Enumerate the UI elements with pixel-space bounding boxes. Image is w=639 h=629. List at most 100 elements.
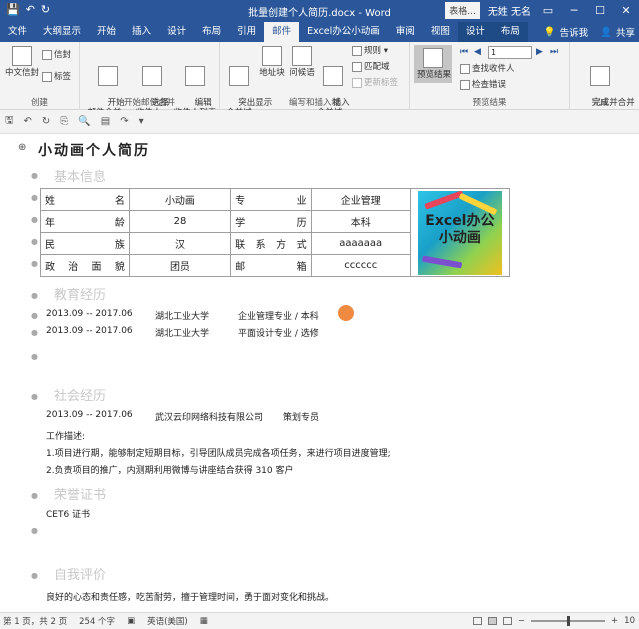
table-cell[interactable]: 年龄 bbox=[40, 210, 130, 233]
tab-insert[interactable]: 插入 bbox=[124, 22, 159, 42]
labels-button[interactable]: 标签 bbox=[42, 72, 71, 82]
save-icon[interactable]: 🖫 bbox=[5, 113, 14, 130]
table-cell[interactable]: 小动画 bbox=[128, 188, 232, 211]
tab-table-design[interactable]: 设计 bbox=[457, 22, 493, 42]
first-record-icon[interactable]: ⏮ bbox=[460, 47, 468, 57]
table-cell[interactable]: 专业 bbox=[230, 188, 312, 211]
format-painter-icon[interactable]: ⎘ bbox=[60, 116, 68, 127]
tab-outline[interactable]: 大纲显示 bbox=[35, 22, 89, 42]
check-errors-button[interactable]: 检查错误 bbox=[460, 80, 506, 90]
table-cell[interactable]: cccccc bbox=[310, 254, 411, 277]
proofing-icon[interactable]: ▣ bbox=[127, 616, 135, 626]
table-cell[interactable]: 本科 bbox=[310, 210, 411, 233]
next-record-icon[interactable]: ▶ bbox=[536, 47, 543, 57]
rules-button[interactable]: 规则 ▾ bbox=[352, 46, 388, 56]
undo-icon[interactable]: ↶ bbox=[24, 116, 32, 127]
language[interactable]: 英语(美国) bbox=[147, 615, 188, 627]
paragraph-mark: ● bbox=[31, 215, 38, 224]
tab-mailings[interactable]: 邮件 bbox=[264, 22, 300, 42]
close-button[interactable]: ✕ bbox=[617, 4, 635, 17]
page-count[interactable]: 第 1 页，共 2 页 bbox=[3, 615, 67, 627]
tab-layout[interactable]: 布局 bbox=[194, 22, 229, 42]
section-honors: 荣誉证书 bbox=[54, 488, 107, 503]
page-icon[interactable]: ▤ bbox=[101, 116, 110, 127]
education-period: 2013.09 -- 2017.06 bbox=[46, 309, 133, 319]
match-fields-button[interactable]: 匹配域 bbox=[352, 62, 390, 72]
customize-icon[interactable]: ▾ bbox=[139, 116, 144, 127]
tab-design[interactable]: 设计 bbox=[159, 22, 194, 42]
table-cell[interactable]: 姓名 bbox=[40, 188, 130, 211]
table-cell[interactable]: 团员 bbox=[128, 254, 232, 277]
insert-field-icon bbox=[323, 66, 343, 86]
redo-icon[interactable]: ↷ bbox=[120, 116, 128, 127]
envelope-icon bbox=[12, 46, 32, 66]
label-icon bbox=[42, 72, 52, 82]
title-bar: 💾 ↶ ↻ 批量创建个人简历.docx - Word 表格... 无姓 无名 ▭… bbox=[0, 0, 639, 22]
table-cell[interactable]: 28 bbox=[128, 210, 232, 233]
maximize-button[interactable]: ☐ bbox=[591, 4, 609, 17]
address-block-button[interactable]: 地址块 bbox=[258, 46, 286, 78]
preview-results-button[interactable]: 预览结果 bbox=[414, 45, 452, 83]
table-cell[interactable]: 企业管理 bbox=[310, 188, 411, 211]
share-button[interactable]: 共享 bbox=[616, 25, 635, 39]
tell-me-box[interactable]: 告诉我 bbox=[560, 25, 589, 39]
update-labels-button[interactable]: 更新标签 bbox=[352, 78, 398, 88]
tab-review[interactable]: 审阅 bbox=[388, 22, 423, 42]
tab-excel-animation[interactable]: Excel办公小动画 bbox=[299, 22, 388, 42]
finish-merge-icon bbox=[590, 66, 610, 86]
check-icon bbox=[460, 80, 470, 90]
read-mode-icon[interactable] bbox=[472, 617, 482, 625]
table-cell[interactable]: 学历 bbox=[230, 210, 312, 233]
photo-cell[interactable]: Excel办公 小动画 bbox=[409, 188, 511, 277]
envelope-small-icon bbox=[42, 50, 52, 60]
tab-table-layout[interactable]: 布局 bbox=[492, 22, 528, 42]
zoom-slider-thumb[interactable] bbox=[567, 616, 571, 626]
word-count[interactable]: 254 个字 bbox=[79, 615, 115, 627]
tab-view[interactable]: 视图 bbox=[423, 22, 458, 42]
chinese-envelope-button[interactable]: 中文信封 bbox=[4, 46, 40, 78]
refresh-icon[interactable]: ↻ bbox=[42, 116, 50, 127]
last-record-icon[interactable]: ⏭ bbox=[550, 47, 558, 57]
web-layout-icon[interactable] bbox=[502, 617, 512, 625]
ribbon-options-icon[interactable]: ▭ bbox=[539, 4, 557, 17]
find-recipient-button[interactable]: 查找收件人 bbox=[460, 64, 515, 74]
table-cell[interactable]: aaaaaaa bbox=[310, 232, 411, 255]
table-cell[interactable]: 民族 bbox=[40, 232, 130, 255]
tab-file[interactable]: 文件 bbox=[0, 22, 35, 42]
photo-text: Excel办公 小动画 bbox=[425, 212, 495, 246]
quick-access-toolbar: 🖫 ↶ ↻ ⎘ 🔍 ▤ ↷ ▾ bbox=[0, 110, 639, 134]
zoom-in-button[interactable]: + bbox=[611, 616, 618, 626]
paragraph-mark: ● bbox=[31, 352, 38, 361]
education-school: 湖北工业大学 bbox=[155, 312, 210, 322]
paragraph-mark: ● bbox=[31, 171, 38, 180]
table-row: 姓名 小动画 专业 企业管理 Excel办公 小动画 bbox=[40, 188, 511, 277]
paragraph-mark: ● bbox=[31, 291, 38, 300]
zoom-level[interactable]: 10 bbox=[624, 616, 635, 626]
prev-record-icon[interactable]: ◀ bbox=[474, 47, 481, 57]
table-cell[interactable]: 邮箱 bbox=[230, 254, 312, 277]
tab-references[interactable]: 引用 bbox=[229, 22, 264, 42]
document-area[interactable]: ⊕ 小动画个人简历 ● 基本信息 ● ● ● ● 姓名 小动画 专业 企业管理 … bbox=[0, 134, 639, 612]
table-cell[interactable]: 联系方式 bbox=[230, 232, 312, 255]
paragraph-mark: ● bbox=[31, 526, 38, 535]
social-period: 2013.09 -- 2017.06 bbox=[46, 410, 133, 420]
collapse-heading-icon[interactable]: ⊕ bbox=[18, 142, 26, 153]
group-label-finish: 完成 bbox=[591, 98, 609, 108]
zoom-out-button[interactable]: − bbox=[518, 616, 525, 626]
print-layout-icon[interactable] bbox=[487, 617, 497, 625]
pencil-shape bbox=[458, 192, 498, 215]
paragraph-mark: ● bbox=[31, 571, 38, 580]
user-name[interactable]: 无姓 无名 bbox=[488, 3, 531, 18]
zoom-slider[interactable] bbox=[531, 616, 606, 626]
table-cell[interactable]: 汉 bbox=[128, 232, 232, 255]
greeting-line-button[interactable]: 问候语 bbox=[288, 46, 316, 78]
record-number-input[interactable]: 1 bbox=[488, 46, 532, 59]
print-preview-icon[interactable]: 🔍 bbox=[78, 116, 90, 127]
minimize-button[interactable]: ─ bbox=[565, 4, 583, 17]
macro-icon[interactable]: ▦ bbox=[200, 616, 208, 626]
table-cell[interactable]: 政治面貌 bbox=[40, 254, 130, 277]
paragraph-mark: ● bbox=[31, 392, 38, 401]
envelope-button[interactable]: 信封 bbox=[42, 50, 71, 60]
tab-home[interactable]: 开始 bbox=[89, 22, 124, 42]
paragraph-mark: ● bbox=[31, 259, 38, 268]
